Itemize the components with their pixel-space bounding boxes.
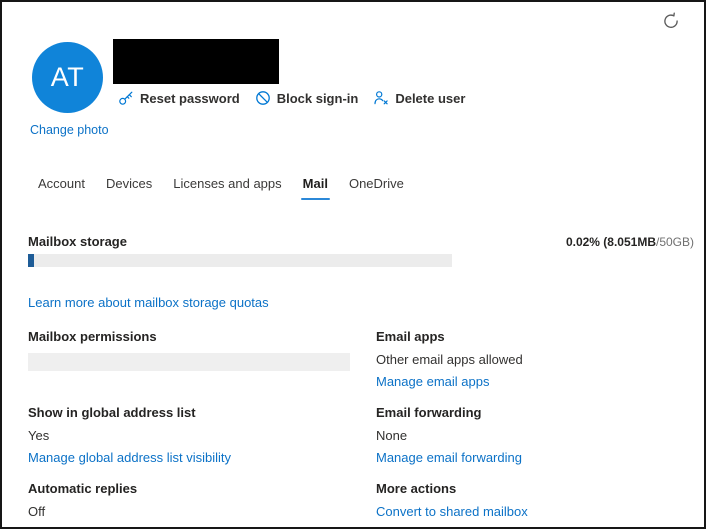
storage-usage-bold: 0.02% (8.051MB [566, 235, 656, 249]
storage-progress-bar [28, 254, 452, 267]
reset-password-button[interactable]: Reset password [118, 90, 240, 106]
convert-to-shared-mailbox-link[interactable]: Convert to shared mailbox [376, 504, 528, 519]
user-detail-panel: AT Reset password [0, 0, 706, 529]
delete-user-label: Delete user [395, 91, 465, 106]
tab-account[interactable]: Account [34, 174, 89, 200]
mailbox-storage-header: Mailbox storage 0.02% (8.051MB/50GB) [28, 234, 694, 249]
tab-licenses-and-apps[interactable]: Licenses and apps [169, 174, 285, 200]
avatar: AT [32, 42, 103, 113]
automatic-replies-section: Automatic replies Off [28, 481, 360, 526]
manage-email-apps-link[interactable]: Manage email apps [376, 374, 489, 389]
learn-more-link[interactable]: Learn more about mailbox storage quotas [28, 295, 269, 310]
storage-usage-quota: /50GB) [656, 235, 694, 249]
manage-global-address-list-link[interactable]: Manage global address list visibility [28, 450, 231, 465]
tab-mail[interactable]: Mail [299, 174, 332, 200]
tab-onedrive[interactable]: OneDrive [345, 174, 408, 200]
user-action-bar: Reset password Block sign-in [118, 90, 465, 106]
email-apps-title: Email apps [376, 329, 706, 345]
more-actions-title: More actions [376, 481, 706, 497]
tab-bar: Account Devices Licenses and apps Mail O… [34, 174, 408, 200]
mailbox-permissions-title: Mailbox permissions [28, 329, 360, 345]
change-photo-link[interactable]: Change photo [30, 123, 109, 137]
manage-email-forwarding-link[interactable]: Manage email forwarding [376, 450, 522, 465]
block-icon [255, 90, 271, 106]
more-actions-section: More actions Convert to shared mailbox [376, 481, 706, 519]
global-address-list-value: Yes [28, 428, 360, 443]
storage-usage-text: 0.02% (8.051MB/50GB) [566, 235, 694, 249]
email-apps-section: Email apps Other email apps allowed Mana… [376, 329, 706, 389]
redacted-name-box [113, 39, 279, 84]
email-apps-value: Other email apps allowed [376, 352, 706, 367]
global-address-list-section: Show in global address list Yes Manage g… [28, 405, 360, 465]
key-icon [118, 90, 134, 106]
mailbox-permissions-redacted-bar [28, 353, 350, 371]
automatic-replies-value: Off [28, 504, 360, 519]
block-sign-in-button[interactable]: Block sign-in [255, 90, 359, 106]
mailbox-storage-label: Mailbox storage [28, 234, 127, 249]
block-sign-in-label: Block sign-in [277, 91, 359, 106]
automatic-replies-title: Automatic replies [28, 481, 360, 497]
email-forwarding-value: None [376, 428, 706, 443]
delete-user-icon [373, 90, 389, 106]
global-address-list-title: Show in global address list [28, 405, 360, 421]
mailbox-permissions-section: Mailbox permissions [28, 329, 360, 371]
email-forwarding-section: Email forwarding None Manage email forwa… [376, 405, 706, 465]
refresh-icon[interactable] [660, 11, 682, 33]
avatar-initials: AT [51, 62, 85, 93]
email-forwarding-title: Email forwarding [376, 405, 706, 421]
delete-user-button[interactable]: Delete user [373, 90, 465, 106]
refresh-icon-glyph [662, 12, 680, 30]
tab-devices[interactable]: Devices [102, 174, 156, 200]
reset-password-label: Reset password [140, 91, 240, 106]
storage-progress-fill [28, 254, 34, 267]
